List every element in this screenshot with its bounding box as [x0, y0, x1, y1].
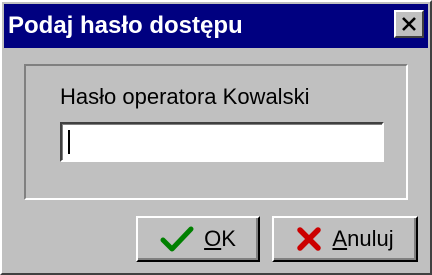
password-label: Hasło operatora Kowalski [60, 84, 310, 109]
password-input[interactable] [62, 124, 382, 160]
close-icon [401, 17, 417, 31]
title-bar[interactable]: Podaj hasło dostępu [4, 4, 428, 48]
ok-button[interactable]: OK [136, 216, 260, 262]
cancel-button[interactable]: Anuluj [272, 216, 418, 262]
close-button[interactable] [394, 10, 424, 38]
ok-label: OK [204, 226, 236, 251]
password-dialog: Podaj hasło dostępu Hasło operatora Kowa… [0, 0, 432, 275]
cancel-label: Anuluj [332, 226, 394, 251]
password-field-wrapper [60, 122, 384, 162]
x-icon [296, 226, 322, 252]
check-icon [160, 226, 194, 252]
text-caret [68, 130, 70, 154]
dialog-title: Podaj hasło dostępu [8, 12, 243, 39]
